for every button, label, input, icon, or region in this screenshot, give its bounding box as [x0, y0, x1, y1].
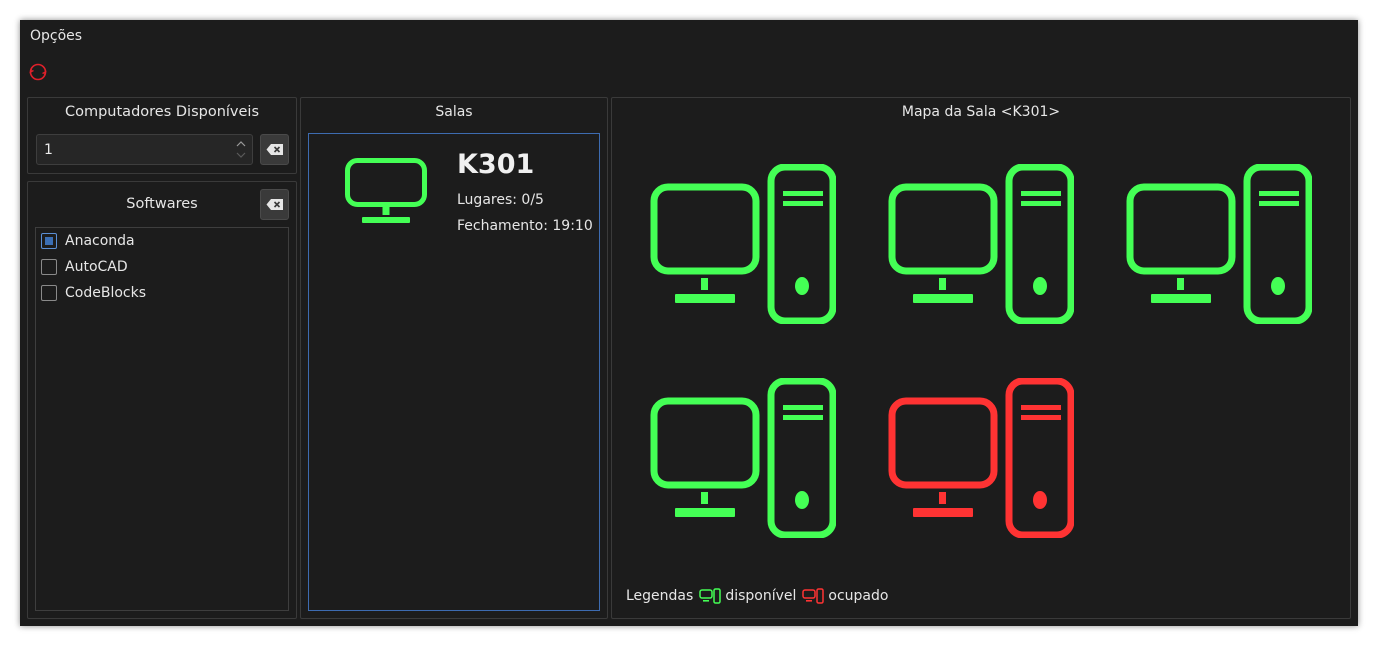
- backspace-icon: [266, 144, 283, 155]
- clear-computers-button[interactable]: [260, 134, 289, 165]
- room-name: K301: [457, 149, 535, 180]
- monitor-icon: [345, 158, 427, 223]
- room-seats: Lugares: 0/5: [457, 192, 544, 208]
- checkbox[interactable]: [41, 233, 57, 249]
- menu-options[interactable]: Opções: [30, 28, 82, 46]
- computers-panel: Computadores Disponíveis 1: [27, 97, 297, 174]
- computer-available-icon[interactable]: [888, 164, 1074, 324]
- softwares-panel: Softwares Anaconda AutoCAD CodeBlocks: [27, 181, 297, 619]
- computers-value: 1: [44, 142, 53, 158]
- rooms-panel: Salas K301 Lugares: 0/5 Fechamento: 19:1…: [300, 97, 608, 619]
- spin-arrows-icon[interactable]: [234, 137, 248, 162]
- computer-available-icon: [699, 588, 722, 604]
- computer-available-icon[interactable]: [650, 164, 836, 324]
- legend-label: Legendas: [626, 588, 694, 604]
- computers-panel-title: Computadores Disponíveis: [64, 104, 259, 120]
- softwares-panel-title: Softwares: [126, 196, 198, 212]
- computer-available-icon[interactable]: [650, 378, 836, 538]
- legend-occupied: ocupado: [828, 588, 889, 604]
- software-item-autocad[interactable]: AutoCAD: [41, 257, 128, 277]
- software-item-codeblocks[interactable]: CodeBlocks: [41, 283, 146, 303]
- legend-available: disponível: [725, 588, 797, 604]
- software-item-anaconda[interactable]: Anaconda: [41, 231, 135, 251]
- software-list: Anaconda AutoCAD CodeBlocks: [35, 227, 289, 611]
- room-closing-time: Fechamento: 19:10: [457, 218, 593, 234]
- checkbox[interactable]: [41, 285, 57, 301]
- clear-softwares-button[interactable]: [260, 189, 289, 220]
- checkbox[interactable]: [41, 259, 57, 275]
- rooms-panel-title: Salas: [435, 104, 473, 120]
- computer-occupied-icon: [802, 588, 825, 604]
- room-map-title: Mapa da Sala <K301>: [901, 104, 1061, 120]
- computer-occupied-icon[interactable]: [888, 378, 1074, 538]
- main-window: Opções Computadores Disponíveis 1 Softwa…: [20, 20, 1358, 626]
- backspace-icon: [266, 199, 283, 210]
- room-list: K301 Lugares: 0/5 Fechamento: 19:10: [308, 133, 600, 611]
- legend: Legendas disponível ocupado: [626, 586, 888, 606]
- computers-spinbox[interactable]: 1: [36, 134, 253, 165]
- computer-available-icon[interactable]: [1126, 164, 1312, 324]
- room-map-panel: Mapa da Sala <K301> Legendas disponível …: [611, 97, 1351, 619]
- room-card[interactable]: K301 Lugares: 0/5 Fechamento: 19:10: [309, 134, 599, 244]
- refresh-icon[interactable]: [28, 62, 48, 82]
